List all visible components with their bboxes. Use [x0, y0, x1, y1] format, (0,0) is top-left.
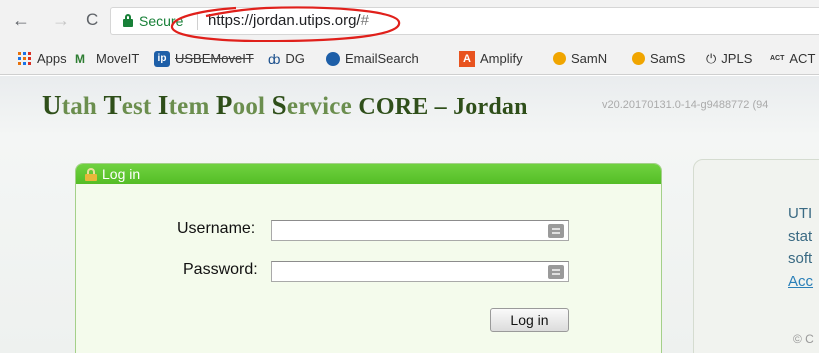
apps-grid-icon — [18, 51, 32, 66]
password-label: Password: — [183, 261, 258, 278]
username-label: Username: — [177, 220, 256, 237]
back-button[interactable]: ← — [12, 10, 30, 30]
power-icon: ⏻ — [706, 50, 717, 66]
browser-window: ← → C Secure https://jordan.utips.org/# … — [0, 0, 819, 353]
login-header: Log in — [76, 164, 661, 184]
ip-icon: ip — [154, 50, 170, 67]
login-button[interactable]: Log in — [490, 308, 569, 332]
info-text-line: soft — [788, 250, 813, 267]
bookmark-jpls[interactable]: ⏻ JPLS — [706, 50, 752, 67]
bookmark-act[interactable]: ACT ACT — [770, 50, 815, 67]
forward-button[interactable]: → — [52, 10, 70, 30]
dg-icon: ȸ — [268, 50, 281, 67]
moveit-icon: M — [75, 51, 85, 66]
version-text: v20.20170131.0-14-g9488772 (94 — [602, 99, 769, 111]
bookmark-amplify[interactable]: A Amplify — [459, 50, 523, 68]
email-search-icon — [326, 51, 340, 66]
copyright-text: © C — [793, 332, 814, 346]
reload-button[interactable]: C — [86, 10, 98, 30]
orange-dot-icon — [632, 52, 645, 66]
password-field[interactable] — [271, 261, 569, 282]
bookmark-sams[interactable]: SamS — [632, 50, 685, 67]
padlock-icon — [85, 168, 97, 181]
bookmark-dg[interactable]: ȸ DG — [268, 50, 305, 67]
act-icon: ACT — [770, 54, 785, 62]
bookmark-samn[interactable]: SamN — [553, 50, 607, 67]
amplify-icon: A — [459, 50, 475, 67]
lock-icon — [123, 14, 133, 27]
site-title: Utah Test Item Pool Service CORE – Jorda… — [42, 90, 528, 120]
info-text-line: UTI — [788, 205, 813, 222]
omnibox[interactable]: Secure https://jordan.utips.org/# — [110, 7, 819, 35]
url-text[interactable]: https://jordan.utips.org/# — [208, 12, 369, 29]
bookmark-usbemoveit[interactable]: ip USBEMoveIT — [154, 50, 254, 68]
info-link[interactable]: Acc — [788, 273, 813, 290]
address-bar-row: ← → C Secure https://jordan.utips.org/# — [0, 0, 819, 43]
bookmark-moveit[interactable]: M MoveIT — [75, 50, 139, 67]
secure-label: Secure — [139, 13, 184, 29]
page-content: Utah Test Item Pool Service CORE – Jorda… — [0, 76, 819, 353]
login-header-label: Log in — [102, 166, 141, 182]
bookmark-emailsearch[interactable]: EmailSearch — [326, 50, 419, 67]
url-hash: # — [360, 12, 369, 29]
info-text-line: stat — [788, 228, 813, 245]
bookmark-apps[interactable]: Apps — [18, 50, 67, 67]
password-manager-key-icon[interactable] — [548, 265, 564, 279]
orange-dot-icon — [553, 52, 566, 66]
url-main: https://jordan.utips.org/ — [208, 12, 361, 29]
username-field[interactable] — [271, 220, 569, 241]
login-panel: Log in Username: Password: Log in — [75, 163, 662, 353]
url-separator — [197, 12, 198, 30]
bookmarks-bar: Apps M MoveIT ip USBEMoveIT ȸ DG EmailSearc… — [0, 42, 819, 75]
password-manager-key-icon[interactable] — [548, 224, 564, 238]
